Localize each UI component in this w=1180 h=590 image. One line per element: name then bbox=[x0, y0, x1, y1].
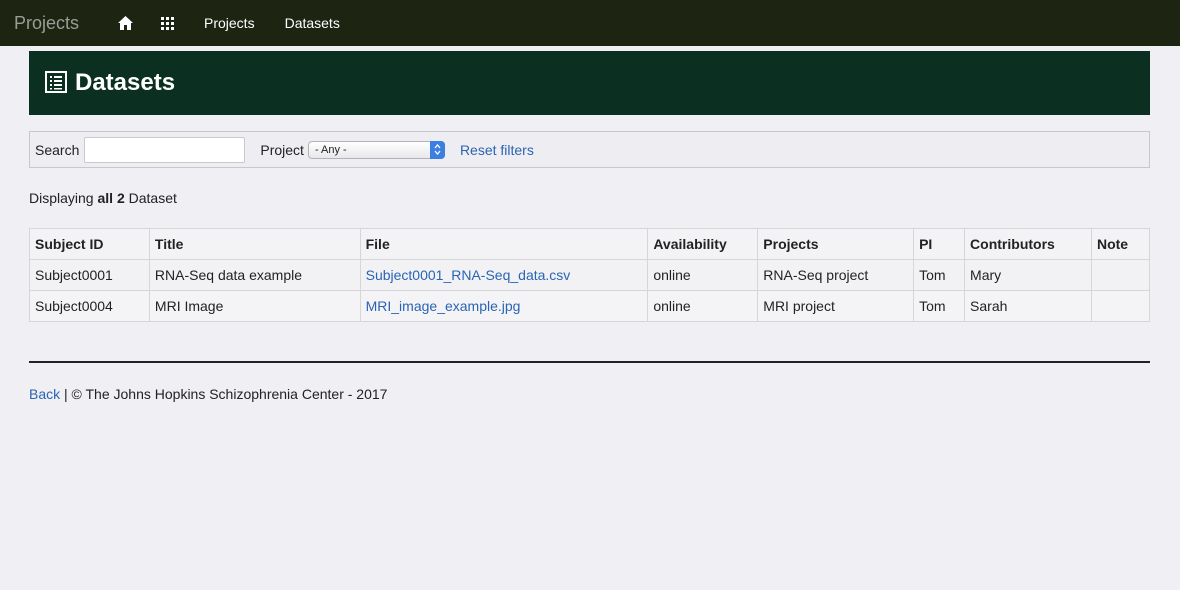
filter-bar: Search Project - Any - Reset filters bbox=[29, 131, 1150, 168]
project-select[interactable]: - Any - bbox=[307, 140, 445, 159]
chevron-updown-icon bbox=[429, 140, 445, 159]
table-cell: Sarah bbox=[964, 290, 1092, 322]
page-header-banner: Datasets bbox=[29, 51, 1150, 115]
column-header[interactable]: Contributors bbox=[964, 228, 1092, 260]
column-header[interactable]: Availability bbox=[647, 228, 759, 260]
column-header[interactable]: Title bbox=[148, 228, 361, 260]
column-header[interactable]: Subject ID bbox=[29, 228, 150, 260]
table-cell: Mary bbox=[964, 259, 1092, 291]
table-cell: Tom bbox=[913, 290, 966, 322]
table-row: Subject0001 RNA-Seq data example Subject… bbox=[29, 259, 1151, 291]
file-link[interactable]: Subject0001_RNA-Seq_data.csv bbox=[366, 267, 571, 283]
nav-link-projects[interactable]: Projects bbox=[204, 15, 255, 31]
nav-link-datasets[interactable]: Datasets bbox=[285, 15, 340, 31]
brand-link[interactable]: Projects bbox=[14, 13, 100, 34]
table-cell: MRI project bbox=[757, 290, 915, 322]
table-cell: Subject0001 bbox=[29, 259, 150, 291]
project-label: Project bbox=[260, 141, 304, 158]
column-header[interactable]: Note bbox=[1090, 228, 1151, 260]
column-header[interactable]: PI bbox=[913, 228, 966, 260]
reset-filters-link[interactable]: Reset filters bbox=[460, 142, 534, 158]
datasets-table: Subject ID Title File Availability Proje… bbox=[29, 228, 1151, 322]
table-cell: Subject0004 bbox=[29, 290, 150, 322]
back-link[interactable]: Back bbox=[29, 386, 60, 402]
result-count-bold: all 2 bbox=[97, 190, 125, 206]
table-cell: Subject0001_RNA-Seq_data.csv bbox=[359, 259, 649, 291]
footer-divider bbox=[29, 361, 1150, 363]
list-icon bbox=[45, 70, 67, 96]
table-cell: RNA-Seq data example bbox=[148, 259, 361, 291]
footer: Back | © The Johns Hopkins Schizophrenia… bbox=[29, 386, 387, 402]
footer-copyright: | © The Johns Hopkins Schizophrenia Cent… bbox=[60, 386, 388, 402]
table-cell bbox=[1090, 259, 1151, 291]
table-cell bbox=[1090, 290, 1151, 322]
column-header[interactable]: File bbox=[359, 228, 649, 260]
search-input[interactable] bbox=[84, 136, 246, 163]
table-cell: RNA-Seq project bbox=[757, 259, 915, 291]
table-cell: MRI_image_example.jpg bbox=[359, 290, 649, 322]
page-title: Datasets bbox=[75, 69, 176, 96]
table-header-row: Subject ID Title File Availability Proje… bbox=[29, 228, 1151, 260]
project-select-value: - Any - bbox=[314, 143, 347, 156]
search-label: Search bbox=[35, 141, 80, 158]
top-navbar: Projects Projects Datasets bbox=[0, 0, 1180, 46]
table-cell: online bbox=[647, 290, 759, 322]
table-cell: online bbox=[647, 259, 759, 291]
home-icon[interactable] bbox=[110, 16, 140, 30]
table-cell: Tom bbox=[913, 259, 966, 291]
result-count-prefix: Displaying bbox=[29, 190, 98, 206]
table-cell: MRI Image bbox=[148, 290, 361, 322]
column-header[interactable]: Projects bbox=[757, 228, 915, 260]
grid-icon[interactable] bbox=[152, 16, 182, 30]
result-count-suffix: Dataset bbox=[124, 190, 177, 206]
file-link[interactable]: MRI_image_example.jpg bbox=[366, 298, 521, 314]
result-count: Displaying all 2 Dataset bbox=[29, 190, 177, 206]
table-row: Subject0004 MRI Image MRI_image_example.… bbox=[29, 290, 1151, 322]
